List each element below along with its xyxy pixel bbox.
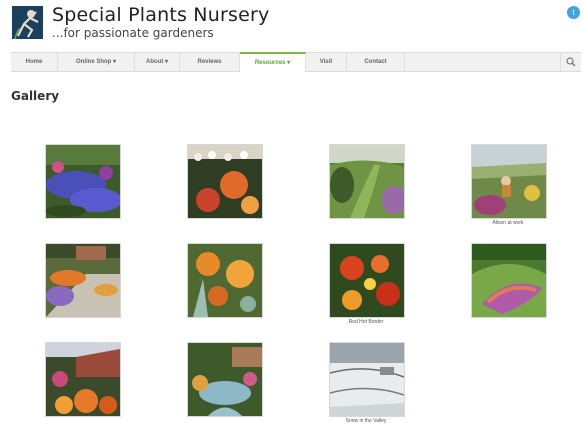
gallery-image-11[interactable]: [329, 342, 405, 417]
gallery-image-5[interactable]: [45, 243, 121, 318]
gallery-caption-11: Snow in the Valley: [345, 418, 387, 424]
gallery-image-3[interactable]: [329, 144, 405, 219]
gallery-image-10[interactable]: [187, 342, 263, 417]
gallery-caption-7: Red Hot Border: [348, 319, 384, 325]
gallery-grid: Alison at work Red Hot Border Snow in th…: [0, 0, 585, 424]
gallery-caption-4: Alison at work: [492, 220, 524, 226]
gallery-image-6[interactable]: [187, 243, 263, 318]
gallery-image-8[interactable]: [471, 243, 547, 318]
gallery-image-7[interactable]: [329, 243, 405, 318]
gallery-image-9[interactable]: [45, 342, 121, 417]
gallery-image-1[interactable]: [45, 144, 121, 219]
gallery-image-4[interactable]: [471, 144, 547, 219]
gallery-image-2[interactable]: [187, 144, 263, 219]
